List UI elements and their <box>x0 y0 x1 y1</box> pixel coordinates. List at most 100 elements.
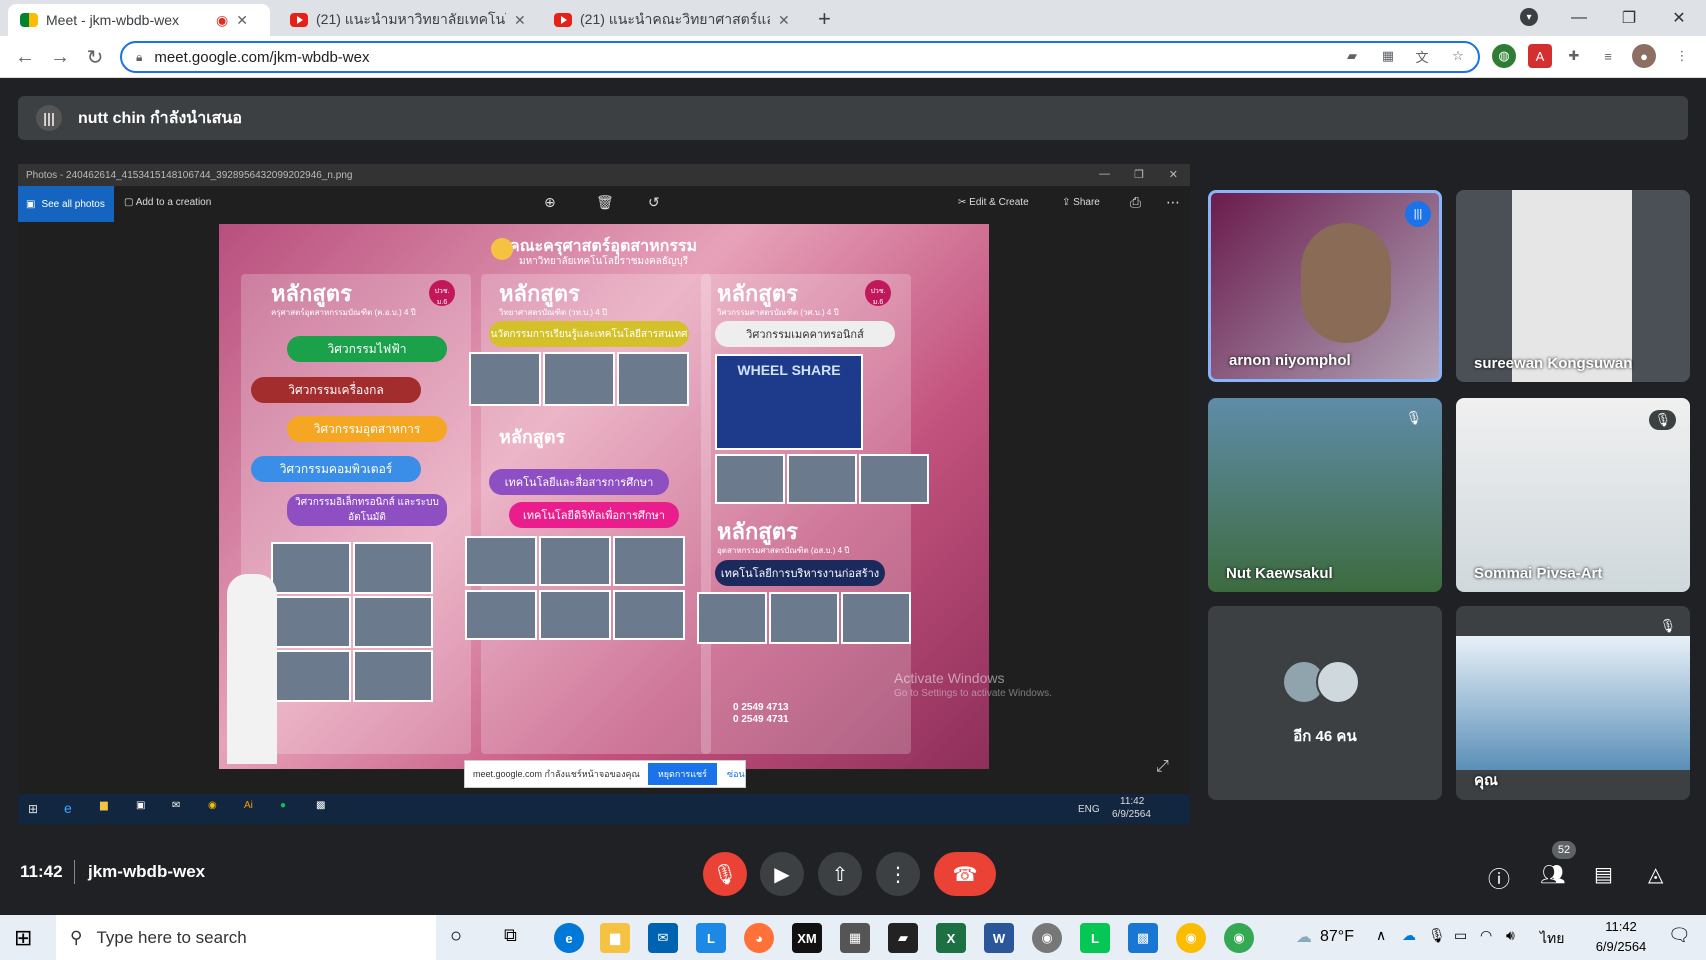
poster-photo <box>353 542 433 594</box>
participant-name: Nut Kaewsakul <box>1226 565 1333 582</box>
pdf-extension-icon[interactable]: A <box>1528 44 1552 68</box>
add-to-creation-label: Add to a creation <box>135 197 212 208</box>
word-icon[interactable]: W <box>984 923 1014 953</box>
chat-icon[interactable]: ▤ <box>1594 862 1613 887</box>
chrome-taskbar-icon-2[interactable]: ◉ <box>1224 923 1254 953</box>
presenter-avatar: ||| <box>36 105 62 131</box>
mic-tray-icon[interactable]: 🎙︎ <box>1428 927 1446 944</box>
task-view-icon[interactable]: ⧉ <box>504 925 517 946</box>
poster-photo <box>271 596 351 648</box>
present-button[interactable]: ⇧ <box>818 852 862 896</box>
taskbar-search-input[interactable]: ⚲ Type here to search <box>56 915 436 960</box>
wifi-icon[interactable]: ◠ <box>1480 927 1492 944</box>
program-pill: วิศวกรรมอิเล็กทรอนิกส์ และระบบอัตโนมัติ <box>287 494 447 526</box>
tab-search-icon[interactable]: ▾ <box>1520 8 1538 26</box>
new-tab-button[interactable]: + <box>818 6 831 32</box>
bookmark-star-icon[interactable]: ☆ <box>1446 44 1470 68</box>
self-tile[interactable]: 🎙︎ คุณ <box>1456 606 1690 800</box>
camera-button[interactable]: ▶ <box>760 852 804 896</box>
tab-youtube-2[interactable]: (21) แนะนำคณะวิทยาศาสตร์และเทคโน ✕ <box>542 4 804 36</box>
browser-tab-strip: Meet - jkm-wbdb-wex ◉ ✕ (21) แนะนำมหาวิท… <box>0 0 1706 36</box>
firefox-icon[interactable]: ◕ <box>744 923 774 953</box>
extensions-puzzle-icon[interactable]: ✚ <box>1562 44 1586 68</box>
speaking-indicator-icon: ||| <box>1405 201 1431 227</box>
weather-temp: 87°F <box>1320 928 1354 945</box>
calculator-icon[interactable]: ▦ <box>840 923 870 953</box>
volume-icon[interactable]: 🔊︎ <box>1506 927 1515 944</box>
tray-chevron-icon[interactable]: ∧ <box>1376 927 1386 944</box>
translate-icon[interactable]: 文 <box>1410 44 1434 68</box>
participant-name: Sommai Pivsa-Art <box>1474 565 1603 582</box>
windows-start-icon[interactable]: ⊞ <box>14 925 32 951</box>
onedrive-icon[interactable]: ☁ <box>1402 927 1416 944</box>
battery-icon[interactable]: ▭ <box>1454 927 1467 944</box>
apps-icon[interactable]: ▦ <box>1376 44 1400 68</box>
participant-video <box>1301 223 1391 343</box>
tab-meet[interactable]: Meet - jkm-wbdb-wex ◉ ✕ <box>8 4 270 36</box>
more-participants-tile[interactable]: อีก 46 คน <box>1208 606 1442 800</box>
search-placeholder: Type here to search <box>96 927 247 947</box>
tab-title: Meet - jkm-wbdb-wex <box>46 12 180 28</box>
photos-taskbar-icon[interactable]: ▩ <box>1128 923 1158 953</box>
illustrator-icon: Ai <box>244 800 253 811</box>
col3b-subtitle: อุตสาหกรรมศาสตรบัณฑิต (อส.บ.) 4 ปี <box>717 546 850 555</box>
stop-sharing-button: หยุดการแชร์ <box>647 763 717 785</box>
activate-windows-sub: Go to Settings to activate Windows. <box>894 688 1052 699</box>
photos-title-bar: Photos - 240462614_4153415148106744_3928… <box>18 164 1190 186</box>
participant-tile[interactable]: 🎙︎ Nut Kaewsakul <box>1208 398 1442 592</box>
meeting-time: 11:42 <box>20 862 63 881</box>
input-language[interactable]: ไทย <box>1540 928 1564 950</box>
clock-date[interactable]: 6/9/2564 <box>1586 939 1656 954</box>
participant-tile[interactable]: sureewan Kongsuwan <box>1456 190 1690 382</box>
cortana-icon[interactable]: ○ <box>450 925 462 948</box>
col1-subtitle: ครุศาสตร์อุตสาหกรรมบัณฑิต (ค.อ.บ.) 4 ปี <box>271 308 416 317</box>
chrome-profile-icon[interactable]: ◉ <box>1032 923 1062 953</box>
meet-control-bar: 11:42 jkm-wbdb-wex 🎙︎ ▶ ⇧ ⋮ ☎ ⓘ 👥︎ 52 ▤ … <box>0 840 1706 915</box>
participant-tile[interactable]: 🎙︎ Sommai Pivsa-Art <box>1456 398 1690 592</box>
url-input[interactable]: 🔒︎ meet.google.com/jkm-wbdb-wex <box>120 41 1480 73</box>
back-icon[interactable]: ← <box>10 42 40 72</box>
see-all-photos-button: ▣ See all photos <box>18 186 114 222</box>
participant-tile-active[interactable]: ||| arnon niyomphol <box>1208 190 1442 382</box>
menu-kebab-icon[interactable]: ⋮ <box>1670 44 1694 68</box>
print-icon: ⎙ <box>1130 194 1142 210</box>
excel-icon[interactable]: X <box>936 923 966 953</box>
people-icon[interactable]: 👥︎ <box>1540 862 1565 887</box>
mic-off-button[interactable]: 🎙︎ <box>703 852 747 896</box>
shared-windows-taskbar: ⊞ e ▆ ▣ ✉ ◉ Ai ● ▩ ENG 11:42 6/9/2564 <box>18 794 1190 824</box>
minimize-icon[interactable]: — <box>1554 0 1604 36</box>
col2b-title: หลักสูตร <box>499 427 566 447</box>
line-taskbar-icon[interactable]: L <box>1080 923 1110 953</box>
notifications-icon[interactable]: 🗨︎ <box>1668 925 1691 946</box>
close-tab-icon[interactable]: ✕ <box>514 12 526 29</box>
extension-globe-icon[interactable]: ◍ <box>1492 44 1516 68</box>
sticky-notes-icon[interactable]: ▰ <box>888 923 918 953</box>
camera-icon[interactable]: ▰ <box>1340 44 1364 68</box>
restore-icon[interactable]: ❐ <box>1604 0 1654 36</box>
rotate-icon: ↺ <box>648 194 660 210</box>
close-window-icon[interactable]: ✕ <box>1654 0 1704 36</box>
forward-icon[interactable]: → <box>45 42 75 72</box>
student-figure <box>227 574 277 764</box>
muted-mic-icon: 🎙︎ <box>1649 410 1676 430</box>
activities-icon[interactable]: ◬ <box>1648 862 1663 887</box>
info-icon[interactable]: ⓘ <box>1488 862 1510 894</box>
muted-mic-icon: 🎙︎ <box>1405 410 1422 425</box>
media-control-icon[interactable]: ≡ <box>1596 44 1620 68</box>
l-app-icon[interactable]: L <box>696 923 726 953</box>
more-options-button[interactable]: ⋮ <box>876 852 920 896</box>
mail-taskbar-icon[interactable]: ✉ <box>648 923 678 953</box>
close-tab-icon[interactable]: ✕ <box>236 12 248 29</box>
close-tab-icon[interactable]: ✕ <box>778 12 790 29</box>
reload-icon[interactable]: ↻ <box>80 42 110 72</box>
participant-count-badge: 52 <box>1552 841 1576 859</box>
program-pill: วิศวกรรมเครื่องกล <box>251 377 421 403</box>
edge-taskbar-icon[interactable]: e <box>554 923 584 953</box>
profile-avatar[interactable]: ● <box>1632 44 1656 68</box>
xm-app-icon[interactable]: XM <box>792 923 822 953</box>
file-explorer-icon[interactable]: ▆ <box>600 923 630 953</box>
clock-time[interactable]: 11:42 <box>1590 919 1652 934</box>
leave-call-button[interactable]: ☎ <box>934 852 996 896</box>
chrome-taskbar-icon[interactable]: ◉ <box>1176 923 1206 953</box>
tab-youtube-1[interactable]: (21) แนะนำมหาวิทยาลัยเทคโนโลยีราช ✕ <box>278 4 540 36</box>
